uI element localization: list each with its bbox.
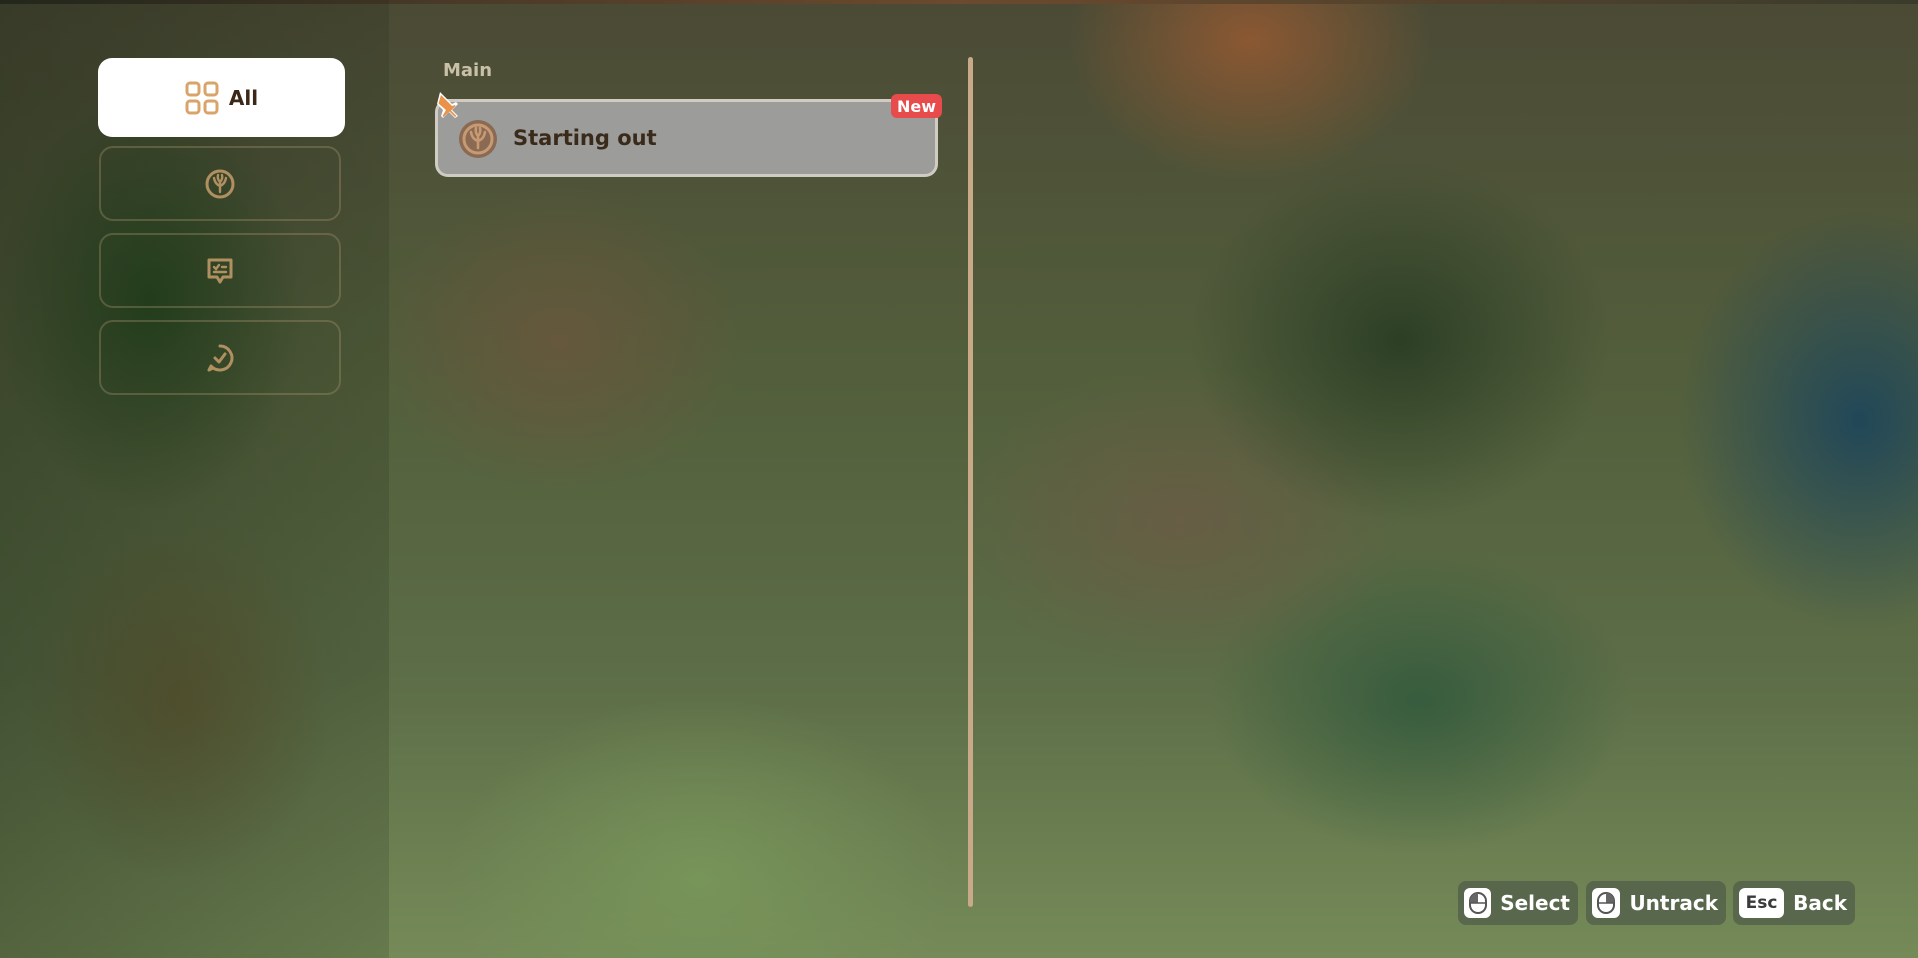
pin-icon [432, 89, 466, 121]
sprout-icon [204, 168, 236, 200]
back-hint[interactable]: Esc Back [1733, 881, 1855, 925]
quest-title: Starting out [513, 126, 657, 150]
new-badge: New [891, 94, 943, 118]
grid-icon [185, 81, 219, 115]
category-tasks-button[interactable] [99, 233, 341, 308]
untrack-label: Untrack [1629, 891, 1718, 915]
select-label: Select [1500, 891, 1570, 915]
sidebar-panel [0, 0, 389, 958]
category-sprout-button[interactable] [99, 146, 341, 221]
untrack-hint[interactable]: Untrack [1586, 881, 1726, 925]
scrollbar[interactable] [968, 57, 973, 907]
sprout-icon [458, 119, 498, 159]
back-label: Back [1793, 891, 1847, 915]
esc-key: Esc [1739, 888, 1785, 918]
check-chat-icon [204, 342, 236, 374]
section-label-main: Main [443, 60, 493, 81]
category-all-label: All [228, 85, 259, 110]
category-completed-button[interactable] [99, 320, 341, 395]
category-all-button[interactable]: All [98, 58, 345, 137]
mouse-right-icon [1592, 888, 1621, 918]
quest-item-starting-out[interactable]: Starting out [435, 99, 938, 177]
mouse-left-icon [1464, 888, 1492, 918]
task-chat-icon [204, 255, 236, 287]
select-hint[interactable]: Select [1458, 881, 1578, 925]
